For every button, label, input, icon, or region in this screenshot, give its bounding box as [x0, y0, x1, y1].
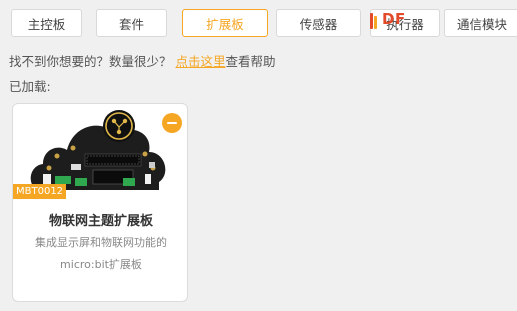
card-description-line2: micro:bit扩展板 [60, 258, 142, 271]
remove-icon[interactable] [162, 113, 182, 133]
tab-communication[interactable]: 通信模块 [444, 9, 517, 37]
help-prefix: 找不到你想要的？数量很少？ [9, 54, 172, 69]
sku-badge: MBT0012 [13, 184, 67, 199]
tab-sensors[interactable]: 传感器 [276, 9, 361, 37]
help-line: 找不到你想要的？数量很少？ 点击这里查看帮助 [9, 51, 276, 70]
extension-card[interactable]: MBT0012 物联网主题扩展板 集成显示屏和物联网功能的 micro:bit扩… [12, 103, 188, 302]
card-title: 物联网主题扩展板 [48, 214, 153, 229]
help-link[interactable]: 点击这里 [176, 54, 226, 69]
category-tabs: 主控板 套件 扩展板 传感器 执行器 通信模块 [11, 9, 517, 37]
loaded-label: 已加载: [9, 79, 51, 94]
tab-expansion-board[interactable]: 扩展板 [182, 9, 268, 37]
help-suffix: 查看帮助 [225, 54, 276, 69]
tab-kits[interactable]: 套件 [96, 9, 167, 37]
tab-main-board[interactable]: 主控板 [11, 9, 82, 37]
tab-actuators[interactable]: 执行器 [370, 9, 440, 37]
card-description-line1: 集成显示屏和物联网功能的 [35, 236, 167, 249]
